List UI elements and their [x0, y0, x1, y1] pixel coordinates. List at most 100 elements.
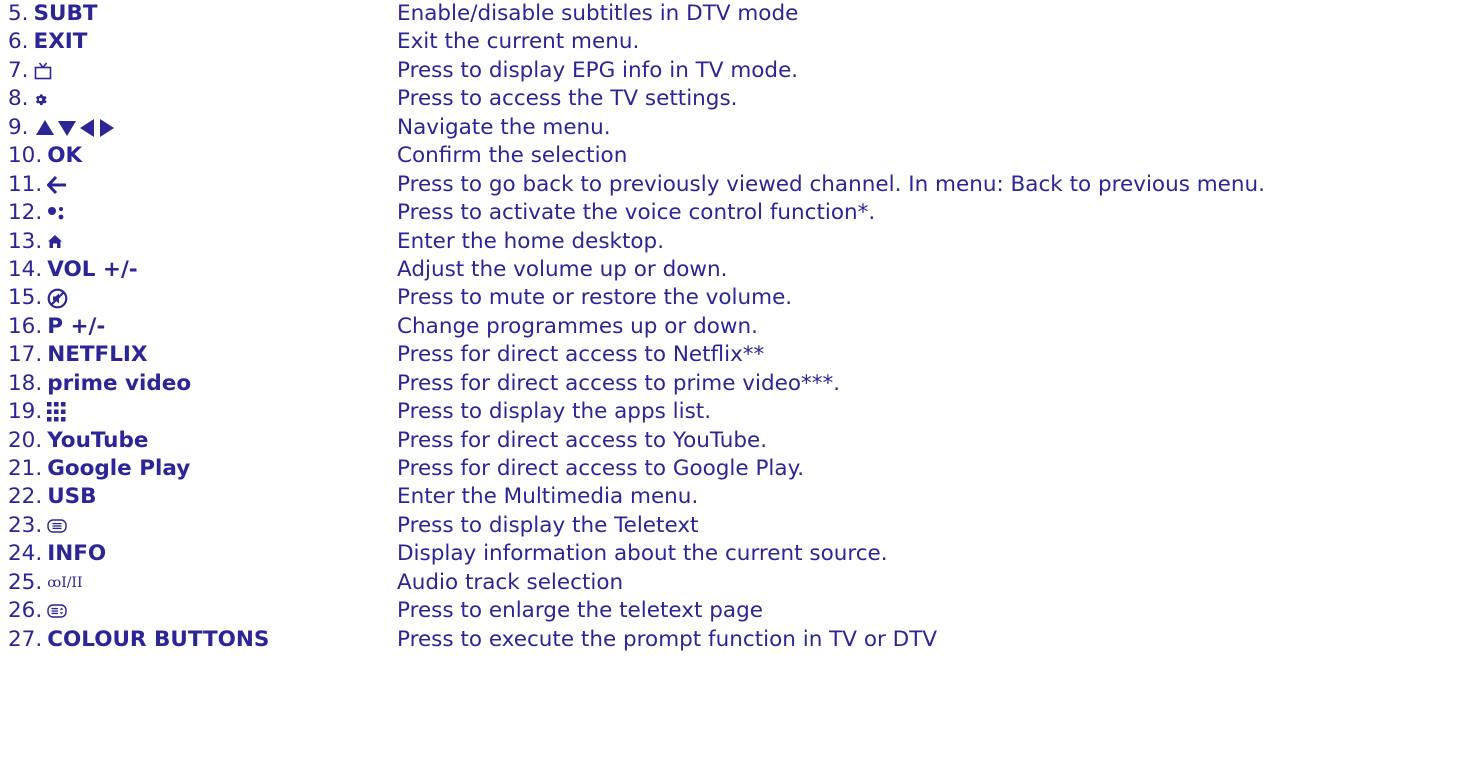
teletext-icon [47, 519, 67, 533]
list-item: 20. YouTube Press for direct access to Y… [0, 427, 1463, 455]
key-cell: 11. [8, 171, 67, 199]
key-cell: 5. SUBT [8, 0, 98, 28]
key-cell: 15. [8, 284, 68, 312]
key-cell: 6. EXIT [8, 28, 87, 56]
list-item: 5. SUBT Enable/disable subtitles in DTV … [0, 0, 1463, 28]
mute-icon [47, 288, 68, 309]
key-cell: 16. P +/- [8, 313, 105, 341]
list-item: 14. VOL +/- Adjust the volume up or down… [0, 256, 1463, 284]
remote-control-key-list: 5. SUBT Enable/disable subtitles in DTV … [0, 0, 1463, 654]
list-item: 24. INFO Display information about the c… [0, 540, 1463, 568]
item-number: 19. [8, 399, 43, 425]
key-description: Press to display the apps list. [397, 399, 712, 425]
key-description: Press to mute or restore the volume. [397, 285, 793, 311]
key-description: Press to activate the voice control func… [397, 200, 876, 226]
key-description: Press to display the Teletext [397, 512, 699, 538]
item-number: 22. [8, 484, 43, 510]
key-label: USB [47, 484, 97, 510]
key-label: NETFLIX [47, 342, 148, 368]
list-item: 13. Enter the home desktop. [0, 228, 1463, 256]
item-number: 15. [8, 285, 43, 311]
item-number: 13. [8, 228, 43, 254]
key-label: INFO [47, 541, 107, 567]
key-cell: 25. ꝏI/II [8, 569, 83, 597]
teletext-enlarge-icon [47, 604, 67, 619]
list-item: 16. P +/- Change programmes up or down. [0, 313, 1463, 341]
key-label: EXIT [33, 29, 88, 55]
item-number: 18. [8, 370, 43, 396]
item-number: 5. [8, 1, 29, 26]
key-description: Navigate the menu. [397, 114, 611, 140]
key-cell: 12. [8, 199, 67, 227]
item-number: 9. [8, 114, 29, 140]
item-number: 27. [8, 626, 43, 652]
key-cell: 27. COLOUR BUTTONS [8, 626, 269, 654]
key-description: Press for direct access to prime video**… [397, 370, 841, 396]
home-icon [47, 234, 63, 249]
list-item: 6. EXIT Exit the current menu. [0, 28, 1463, 56]
list-item: 27. COLOUR BUTTONS Press to execute the … [0, 626, 1463, 654]
list-item: 23. Press to display the Teletext [0, 512, 1463, 540]
key-cell: 9. [8, 114, 120, 142]
list-item: 12. Press to activate the voice control … [0, 199, 1463, 227]
list-item: 26. Press to enlarge the teletext page [0, 597, 1463, 625]
apps-grid-icon [47, 402, 66, 422]
key-cell: 7. [8, 57, 52, 85]
key-cell: 20. YouTube [8, 427, 148, 455]
item-number: 6. [8, 29, 29, 55]
key-cell: 23. [8, 512, 67, 540]
key-description: Press to go back to previously viewed ch… [397, 171, 1265, 197]
key-cell: 19. [8, 398, 66, 426]
key-cell: 24. INFO [8, 540, 106, 568]
key-cell: 17. NETFLIX [8, 341, 148, 369]
key-description: Press for direct access to Google Play. [397, 456, 805, 481]
key-description: Press to enlarge the teletext page [397, 598, 763, 624]
key-description: Press to execute the prompt function in … [397, 626, 938, 652]
item-number: 11. [8, 171, 43, 197]
key-label: COLOUR BUTTONS [47, 626, 270, 652]
item-number: 17. [8, 342, 43, 368]
key-label: prime video [47, 370, 192, 396]
list-item: 11. Press to go back to previously viewe… [0, 171, 1463, 199]
key-description: Audio track selection [397, 569, 624, 595]
navigation-arrows-icon [34, 118, 120, 138]
list-item: 25. ꝏI/II Audio track selection [0, 569, 1463, 597]
item-number: 21. [8, 456, 43, 481]
key-cell: 22. USB [8, 483, 97, 511]
key-label: Google Play [47, 456, 191, 481]
list-item: 21. Google Play Press for direct access … [0, 455, 1463, 483]
key-label: OK [47, 143, 83, 169]
key-label: P +/- [47, 313, 106, 339]
list-item: 17. NETFLIX Press for direct access to N… [0, 341, 1463, 369]
list-item: 18. prime video Press for direct access … [0, 370, 1463, 398]
key-cell: 18. prime video [8, 370, 191, 398]
key-description: Enter the home desktop. [397, 228, 665, 254]
key-cell: 14. VOL +/- [8, 256, 138, 284]
item-number: 10. [8, 143, 43, 169]
list-item: 8. Press to access the TV settings. [0, 85, 1463, 113]
audio-track-icon: ꝏI/II [47, 574, 83, 591]
key-cell: 13. [8, 228, 63, 256]
key-cell: 8. [8, 85, 47, 113]
tv-icon [34, 62, 52, 80]
item-number: 16. [8, 313, 43, 339]
key-description: Press for direct access to Netflix** [397, 342, 765, 368]
key-label: SUBT [33, 1, 98, 26]
key-description: Enter the Multimedia menu. [397, 484, 699, 510]
key-description: Change programmes up or down. [397, 313, 758, 339]
key-cell: 21. Google Play [8, 455, 190, 483]
key-description: Adjust the volume up or down. [397, 256, 728, 282]
item-number: 24. [8, 541, 43, 567]
gear-icon [34, 93, 47, 106]
voice-assistant-icon [47, 205, 67, 221]
item-number: 26. [8, 598, 43, 624]
list-item: 7. Press to display EPG info in TV mode. [0, 57, 1463, 85]
list-item: 15. Press to mute or restore the volume. [0, 284, 1463, 312]
list-item: 19. Press to display the apps list. [0, 398, 1463, 426]
item-number: 14. [8, 256, 43, 282]
item-number: 23. [8, 512, 43, 538]
key-label: YouTube [47, 427, 149, 453]
item-number: 12. [8, 200, 43, 226]
item-number: 7. [8, 57, 29, 83]
list-item: 9. Navigate the menu. [0, 114, 1463, 142]
